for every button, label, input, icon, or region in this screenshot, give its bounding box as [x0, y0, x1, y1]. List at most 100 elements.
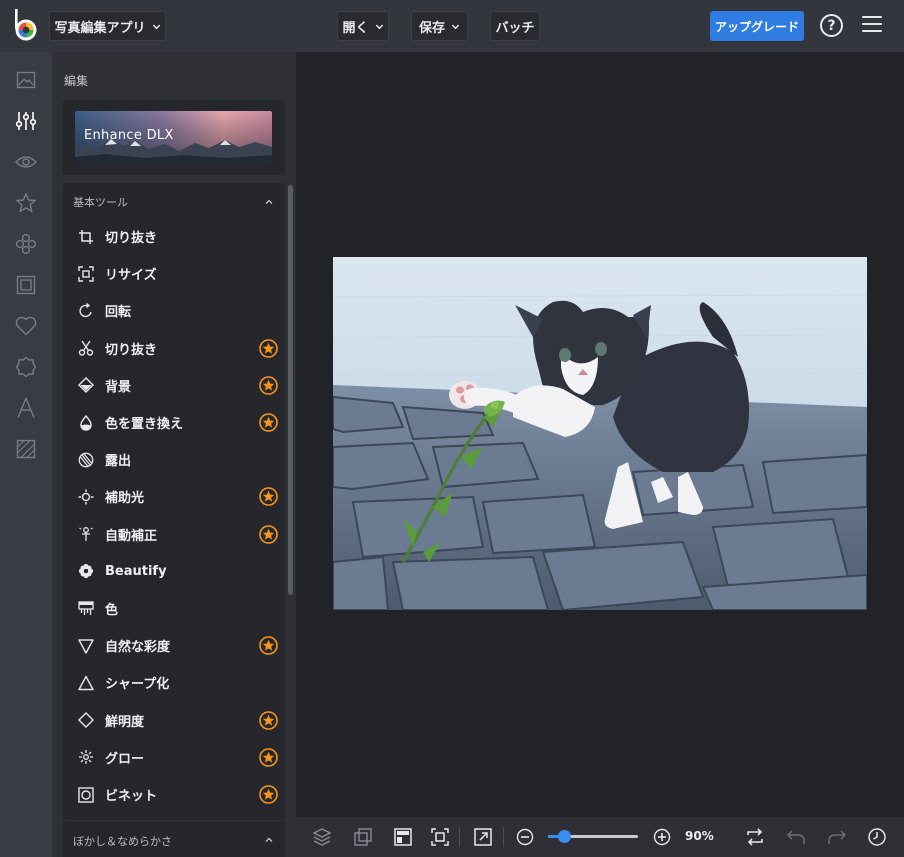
sliders-icon[interactable] [14, 109, 38, 133]
tool-label: 切り抜き [105, 342, 158, 358]
panel-scrollbar[interactable] [288, 185, 293, 595]
premium-star-icon [259, 710, 278, 730]
batch-button[interactable]: バッチ [490, 11, 540, 41]
scissors-icon [77, 339, 95, 357]
save-button[interactable]: 保存 [411, 11, 468, 41]
editor-canvas[interactable] [296, 52, 904, 817]
glow-icon [77, 748, 95, 766]
premium-star-icon [259, 413, 278, 432]
tool-row[interactable]: 補助光 [63, 478, 285, 515]
tool-row[interactable]: グロー [63, 739, 285, 776]
premium-star-icon [259, 375, 278, 395]
batch-label: バッチ [495, 20, 535, 36]
compare-icon[interactable] [353, 827, 373, 847]
basic-tools-section: 基本ツール 切り抜き リサイズ 回転 切り抜き 背景 色を置き換え 露出 補助光 自動補正 Bea… [63, 183, 285, 820]
tool-label: シャープ化 [105, 677, 170, 693]
zoom-level: 90% [685, 829, 714, 843]
undo-icon[interactable] [786, 827, 806, 847]
category-rail [0, 52, 52, 857]
upgrade-button[interactable]: アップグレード [710, 11, 804, 41]
swap-icon[interactable] [745, 827, 765, 847]
tool-row[interactable]: 自動補正 [63, 516, 285, 553]
tool-row[interactable]: Beautify [63, 553, 285, 590]
tool-row[interactable]: シャープ化 [63, 664, 285, 701]
tool-label: 自然な彩度 [105, 640, 171, 656]
rotate-icon [77, 302, 95, 320]
tool-label: 色を置き換え [105, 417, 184, 432]
chevron-down-icon [451, 24, 460, 29]
premium-star-icon [259, 338, 278, 358]
save-label: 保存 [418, 20, 445, 36]
tool-row[interactable]: 切り抜き [63, 330, 285, 367]
tool-label: 露出 [105, 454, 132, 470]
layers-icon[interactable] [312, 827, 332, 847]
fill-light-icon [77, 488, 95, 506]
help-icon[interactable]: ? [820, 14, 843, 37]
image-icon[interactable] [14, 68, 38, 92]
tool-label: リサイズ [105, 268, 157, 284]
fit-screen-icon[interactable] [430, 827, 450, 847]
divider [459, 827, 460, 847]
tool-row[interactable]: リサイズ [63, 255, 285, 292]
badge-icon[interactable] [14, 355, 38, 379]
hamburger-menu-icon[interactable] [862, 16, 882, 34]
vignette-icon [77, 786, 95, 804]
chevron-up-icon[interactable] [265, 837, 273, 842]
tool-label: グロー [105, 751, 145, 767]
bottom-toolbar: 90% [296, 817, 904, 857]
flower-icon [77, 562, 95, 580]
tool-row[interactable]: 鮮明度 [63, 702, 285, 739]
background-icon [77, 376, 95, 394]
eye-icon[interactable] [14, 150, 38, 174]
tool-row[interactable]: 色 [63, 590, 285, 627]
tool-label: 回転 [105, 305, 132, 321]
blur-smooth-section[interactable]: ぼかし＆なめらかさ [63, 821, 285, 857]
crop-icon [77, 228, 95, 246]
tool-label: 自動補正 [105, 528, 158, 544]
auto-fix-icon [77, 525, 95, 543]
zoom-in-icon[interactable] [652, 827, 672, 847]
photo-kitten[interactable] [333, 257, 867, 610]
app-logo[interactable] [12, 9, 40, 43]
tool-label: Beautify [105, 563, 167, 579]
app-menu-button[interactable]: 写真編集アプリ [49, 11, 166, 41]
tool-label: 色 [105, 603, 119, 618]
sharpen-icon [77, 674, 95, 692]
tool-label: ビネット [105, 789, 158, 804]
open-label: 開く [342, 20, 369, 36]
heart-icon[interactable] [14, 314, 38, 338]
tool-label: 鮮明度 [105, 714, 145, 730]
app-title: 写真編集アプリ [54, 20, 146, 36]
tool-label: 補助光 [105, 491, 145, 507]
open-external-icon[interactable] [473, 827, 493, 847]
tool-row[interactable]: 切り抜き [63, 218, 285, 255]
zoom-slider-handle[interactable] [558, 830, 571, 843]
star-icon[interactable] [14, 191, 38, 215]
tool-row[interactable]: 回転 [63, 292, 285, 329]
enhance-thumbnail: Enhance DLX [75, 111, 272, 163]
circles-icon[interactable] [14, 232, 38, 256]
droplet-icon [77, 414, 95, 432]
redo-icon[interactable] [827, 827, 847, 847]
tool-row[interactable]: 色を置き換え [63, 404, 285, 441]
enhance-dlx-card[interactable]: Enhance DLX [63, 100, 285, 175]
chevron-up-icon[interactable] [265, 199, 273, 204]
zoom-out-icon[interactable] [515, 827, 535, 847]
texture-icon[interactable] [14, 437, 38, 461]
text-icon[interactable] [14, 396, 38, 420]
exposure-icon [77, 451, 95, 469]
open-button[interactable]: 開く [337, 11, 389, 41]
frame-icon[interactable] [14, 273, 38, 297]
tool-row[interactable]: 背景 [63, 367, 285, 404]
chevron-down-icon [152, 24, 160, 29]
tool-row[interactable]: 自然な彩度 [63, 627, 285, 664]
section-header-basic-tools: 基本ツール [73, 196, 128, 209]
color-icon [77, 600, 95, 618]
divider [503, 827, 504, 847]
tool-row[interactable]: ビネット [63, 776, 285, 813]
history-icon[interactable] [867, 827, 887, 847]
section-header-blur-smooth: ぼかし＆なめらかさ [73, 835, 172, 848]
premium-star-icon [259, 636, 278, 655]
split-view-icon[interactable] [393, 827, 413, 847]
tool-row[interactable]: 露出 [63, 441, 285, 478]
